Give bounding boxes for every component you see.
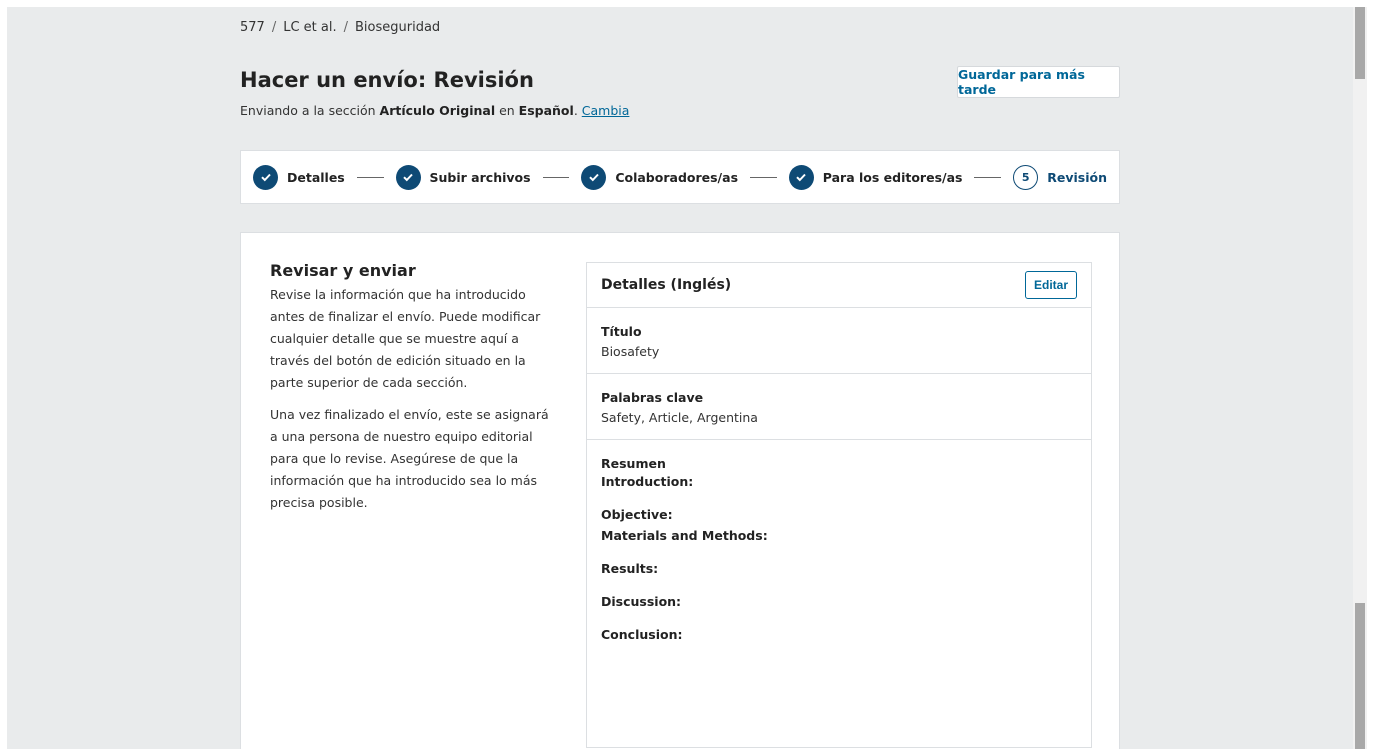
abstract-line: Discussion:: [601, 594, 682, 609]
title-value: Biosafety: [601, 344, 660, 359]
edit-details-button[interactable]: Editar: [1024, 271, 1077, 299]
subtitle-mid: en: [495, 103, 519, 118]
step-connector: [356, 176, 384, 178]
step-number: 5: [1013, 164, 1039, 190]
breadcrumb-authors[interactable]: LC et al.: [283, 20, 336, 35]
breadcrumb-section: Bioseguridad: [355, 20, 441, 35]
breadcrumb-separator: /: [271, 20, 277, 35]
abstract-line: Introduction:: [601, 474, 694, 489]
step-upload-files[interactable]: Subir archivos: [395, 164, 531, 190]
step-contributors[interactable]: Colaboradores/as: [581, 164, 739, 190]
abstract-line: Materials and Methods:: [601, 528, 768, 543]
keywords-value: Safety, Article, Argentina: [601, 410, 758, 425]
scrollbar-thumb[interactable]: [1355, 603, 1365, 749]
subtitle-section: Artículo Original: [379, 103, 496, 118]
step-label: Revisión: [1047, 169, 1107, 185]
step-for-editors[interactable]: Para los editores/as: [788, 164, 963, 190]
breadcrumb-separator: /: [343, 20, 348, 35]
abstract-field: Resumen Introduction: Objective: Materia…: [587, 440, 1091, 658]
page-viewport: 577 / LC et al. / Bioseguridad Hacer un enví…: [7, 7, 1353, 749]
breadcrumb-id[interactable]: 577: [240, 20, 265, 35]
review-intro: Revisar y enviar Revise la información q…: [270, 261, 555, 524]
keywords-label: Palabras clave: [601, 390, 704, 405]
step-label: Subir archivos: [429, 169, 531, 185]
submission-section-info: Enviando a la sección Artículo Original …: [240, 103, 629, 118]
step-label: Para los editores/as: [822, 169, 963, 185]
change-section-link[interactable]: Cambia: [582, 103, 630, 118]
abstract-line: Results:: [601, 561, 659, 576]
submission-steps: Detalles Subir archivos Colaboradores/as…: [240, 150, 1120, 204]
keywords-field: Palabras clave Safety, Article, Argentin…: [587, 374, 1091, 440]
page-title: Hacer un envío: Revisión: [240, 68, 534, 92]
check-icon: [395, 164, 421, 190]
review-instructions: Revise la información que ha introducido…: [270, 287, 541, 390]
abstract-line: Objective:: [601, 507, 673, 522]
scrollbar[interactable]: [1353, 7, 1367, 749]
step-label: Detalles: [287, 169, 345, 185]
subtitle-dot: .: [573, 103, 582, 118]
review-heading: Revisar y enviar: [270, 261, 416, 280]
details-card: Detalles (Inglés) Editar Título Biosafet…: [586, 262, 1092, 748]
review-panel: Revisar y enviar Revise la información q…: [240, 232, 1120, 749]
abstract-label: Resumen: [601, 456, 666, 471]
save-for-later-button[interactable]: Guardar para más tarde: [957, 66, 1120, 98]
check-icon: [581, 164, 607, 190]
step-details[interactable]: Detalles: [253, 164, 345, 190]
title-field: Título Biosafety: [587, 308, 1091, 374]
review-note: Una vez finalizado el envío, este se asi…: [270, 407, 549, 510]
step-connector: [542, 176, 570, 178]
check-icon: [253, 164, 278, 190]
details-heading: Detalles (Inglés): [601, 277, 732, 293]
abstract-line: Conclusion:: [601, 627, 683, 642]
step-connector: [750, 176, 777, 178]
details-card-header: Detalles (Inglés) Editar: [587, 263, 1091, 308]
subtitle-language: Español: [518, 103, 574, 118]
step-review[interactable]: 5 Revisión: [1013, 164, 1107, 190]
breadcrumb: 577 / LC et al. / Bioseguridad: [240, 20, 440, 35]
subtitle-prefix: Enviando a la sección: [240, 103, 380, 118]
step-label: Colaboradores/as: [615, 169, 739, 185]
scrollbar-thumb[interactable]: [1355, 7, 1365, 79]
step-connector: [974, 176, 1002, 178]
check-icon: [788, 164, 814, 190]
title-label: Título: [601, 324, 642, 339]
